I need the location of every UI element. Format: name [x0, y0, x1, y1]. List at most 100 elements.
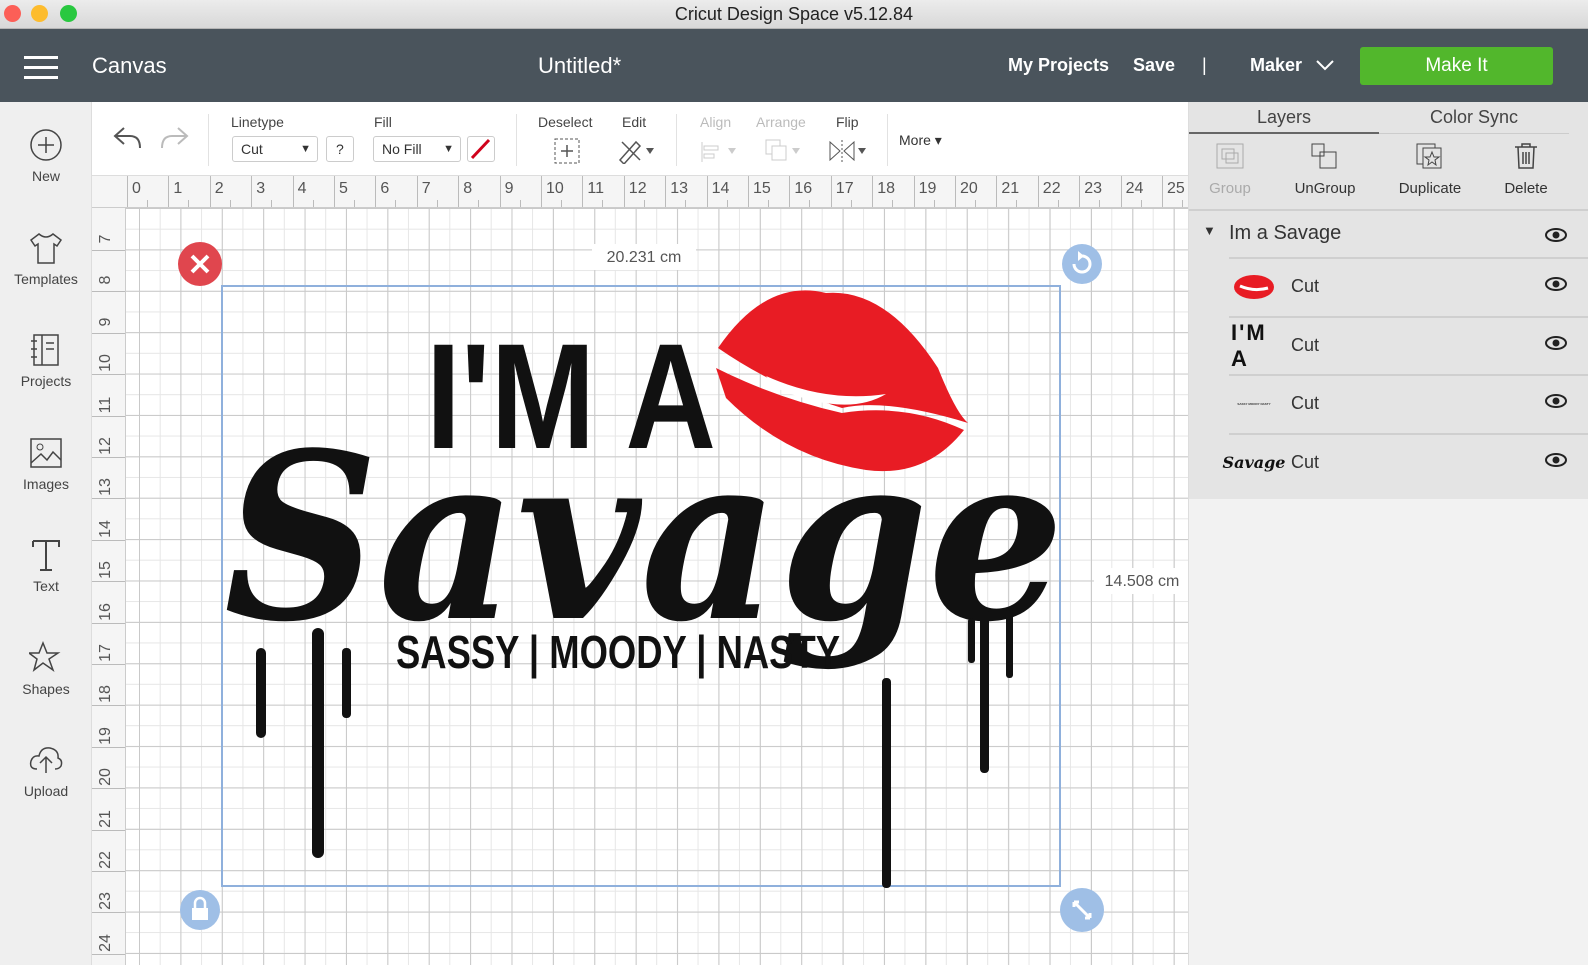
duplicate-button[interactable]: Duplicate [1385, 142, 1475, 197]
ruler-tick-label: 13 [97, 478, 114, 497]
fill-select[interactable]: No Fill ▼ [373, 136, 461, 162]
vertical-ruler: 7 8 9 10 11 12 13 14 15 16 17 18 19 20 21 22 23 24 [92, 208, 126, 965]
tagline-thumbnail: SASSY MOODY NASTY [1237, 402, 1271, 406]
sidebar-item-templates[interactable]: Templates [0, 231, 92, 287]
sidebar-item-shapes[interactable]: Shapes [0, 640, 92, 697]
projects-icon [31, 334, 59, 366]
ungroup-label: UnGroup [1294, 180, 1356, 197]
ruler-tick-label: 20 [960, 180, 978, 197]
linetype-help-button[interactable]: ? [326, 136, 354, 162]
align-icon [701, 142, 736, 162]
duplicate-label: Duplicate [1398, 180, 1462, 197]
undo-icon[interactable] [112, 124, 144, 152]
eye-icon[interactable] [1545, 335, 1567, 350]
layer-row[interactable]: SASSY MOODY NASTY Cut [1229, 374, 1588, 432]
divider: | [1202, 55, 1207, 75]
machine-select[interactable]: Maker [1250, 29, 1302, 102]
ruler-tick-label: 11 [587, 180, 604, 197]
linetype-label: Linetype [231, 114, 284, 130]
collapse-triangle-icon[interactable]: ▼ [1203, 223, 1216, 238]
ruler-tick-label: 16 [794, 180, 813, 197]
delete-label: Delete [1504, 180, 1548, 197]
resize-handle-icon[interactable] [1060, 888, 1104, 932]
ruler-tick-label: 12 [97, 437, 114, 455]
layer-group-row[interactable]: ▼ Im a Savage [1189, 209, 1588, 257]
eye-icon[interactable] [1545, 277, 1567, 291]
ruler-tick-label: 9 [504, 180, 514, 197]
duplicate-icon [1416, 143, 1442, 169]
ruler-tick-label: 3 [256, 180, 266, 197]
layer-row[interactable]: Savage Cut [1223, 432, 1588, 491]
linetype-select[interactable]: Cut ▼ [232, 136, 318, 162]
arrange-label: Arrange [756, 114, 806, 130]
sidebar-item-images[interactable]: Images [0, 436, 92, 492]
ungroup-button[interactable]: UnGroup [1280, 142, 1370, 197]
upload-icon [29, 747, 63, 773]
save-button[interactable]: Save [1133, 29, 1175, 102]
close-window-button[interactable] [4, 5, 21, 22]
section-title: Canvas [92, 53, 167, 78]
flip-label: Flip [836, 114, 859, 130]
fill-label: Fill [374, 114, 392, 130]
eye-icon[interactable] [1545, 452, 1567, 467]
edit-label: Edit [622, 114, 647, 130]
make-it-button[interactable]: Make It [1360, 47, 1553, 85]
delete-button[interactable]: Delete [1481, 142, 1571, 197]
more-label: More [899, 132, 931, 148]
my-projects-link[interactable]: My Projects [1008, 29, 1109, 102]
layer-row[interactable]: Cut [1229, 257, 1588, 315]
eye-icon[interactable] [1545, 394, 1567, 408]
ruler-tick-label: 24 [1125, 180, 1144, 197]
delete-handle-icon[interactable] [178, 242, 222, 286]
eye-icon[interactable] [1545, 228, 1567, 242]
group-button: Group [1185, 142, 1275, 197]
tab-layers[interactable]: Layers [1189, 102, 1379, 134]
tab-color-sync[interactable]: Color Sync [1379, 102, 1569, 134]
group-icon [1216, 143, 1244, 169]
ungroup-icon [1311, 143, 1337, 169]
art-line-tagline[interactable]: SASSY | MOODY | NASTY [396, 626, 840, 678]
redo-icon[interactable] [158, 124, 190, 152]
ruler-tick-label: 16 [97, 602, 114, 621]
fill-color-swatch[interactable] [467, 136, 495, 162]
sidebar-item-label: Projects [20, 373, 72, 389]
layers-panel: Layers Color Sync Group UnGroup Duplicat… [1188, 102, 1588, 965]
ruler-tick-label: 24 [97, 933, 114, 952]
more-button[interactable]: More ▾ [899, 132, 942, 149]
fill-value: No Fill [382, 141, 422, 157]
ruler-tick-label: 15 [97, 561, 114, 580]
layer-label: Cut [1291, 393, 1320, 413]
ruler-tick-label: 11 [97, 396, 114, 413]
deselect-label: Deselect [538, 114, 593, 130]
chevron-down-icon[interactable] [1316, 60, 1334, 71]
deselect-icon[interactable] [553, 137, 581, 165]
ruler-tick-label: 0 [132, 180, 141, 197]
minimize-window-button[interactable] [31, 5, 48, 22]
shirt-icon [29, 232, 63, 264]
width-dimension: 20.231 cm [607, 249, 682, 266]
sidebar-item-text[interactable]: Text [0, 538, 92, 594]
horizontal-ruler: 0 1 2 3 4 5 6 7 8 9 10 11 12 13 14 15 16 17 18 19 20 21 22 23 24… [92, 176, 1188, 208]
layer-row[interactable]: I'M A Cut [1229, 315, 1588, 374]
arrange-icon [765, 139, 800, 161]
ruler-tick-label: 22 [97, 851, 114, 869]
height-dimension: 14.508 cm [1105, 573, 1180, 590]
rotate-handle-icon[interactable] [1062, 244, 1102, 284]
sidebar-item-projects[interactable]: Projects [0, 333, 92, 389]
lock-handle-icon[interactable] [180, 890, 220, 930]
ruler-tick-label: 18 [877, 180, 895, 197]
zoom-window-button[interactable] [60, 5, 77, 22]
image-icon [30, 437, 62, 468]
plus-circle-icon [30, 129, 62, 161]
ruler-tick-label: 17 [97, 644, 114, 662]
menu-icon[interactable] [24, 56, 58, 86]
align-label: Align [700, 114, 732, 130]
flip-icon[interactable] [828, 138, 868, 164]
design-canvas[interactable]: I'M A Savage SASSY | MOODY | NASTY 20.23… [126, 208, 1188, 965]
document-title[interactable]: Untitled* [538, 29, 621, 102]
edit-icon[interactable] [616, 136, 656, 164]
window-titlebar: Cricut Design Space v5.12.84 [0, 0, 1588, 29]
sidebar-item-new[interactable]: New [0, 128, 92, 184]
top-bar: Canvas Untitled* My Projects Save | Make… [0, 29, 1588, 102]
sidebar-item-upload[interactable]: Upload [0, 743, 92, 799]
